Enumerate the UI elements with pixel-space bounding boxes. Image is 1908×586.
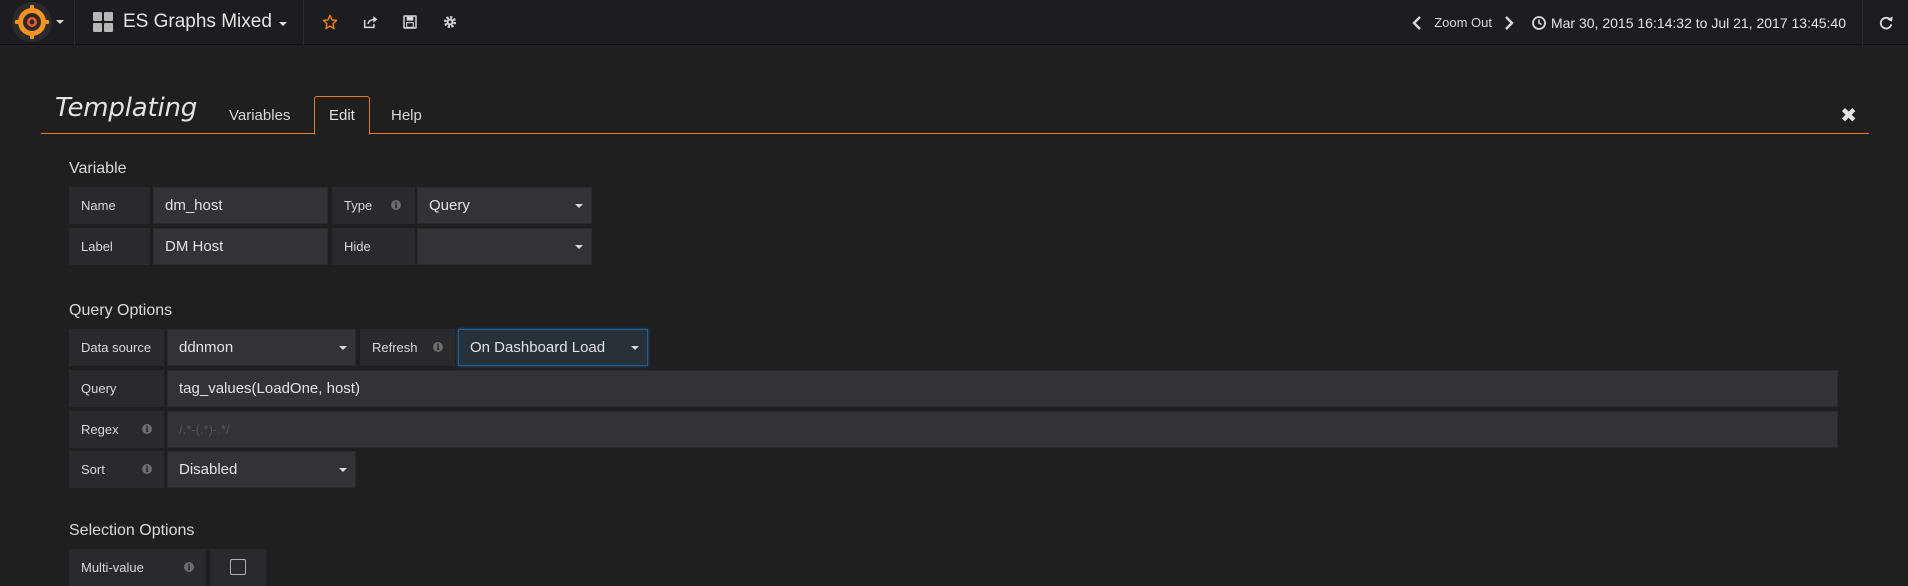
datasource-select[interactable]: ddnmon <box>167 329 356 366</box>
templating-title: Templating <box>55 93 198 123</box>
name-label: Name <box>69 187 150 224</box>
share-dashboard-button[interactable] <box>350 0 390 45</box>
chevron-left-icon <box>1412 15 1422 30</box>
info-icon[interactable]: i <box>142 424 152 434</box>
label-input[interactable]: DM Host <box>153 228 328 265</box>
variable-section-title: Variable <box>69 160 127 177</box>
dashboard-title: ES Graphs Mixed <box>123 11 272 32</box>
multi-value-checkbox[interactable] <box>230 559 246 575</box>
clock-icon <box>1532 15 1546 30</box>
query-label: Query <box>69 370 164 407</box>
type-select[interactable]: Query <box>417 187 592 224</box>
close-icon[interactable]: ✖ <box>1840 103 1857 128</box>
chevron-down-icon <box>575 245 583 249</box>
regex-label: Regex <box>81 422 119 437</box>
sort-select-value: Disabled <box>179 461 238 478</box>
multi-value-label-cell: Multi-value i <box>69 549 206 586</box>
chevron-right-icon <box>1505 15 1514 30</box>
time-shift-back-button[interactable] <box>1406 0 1428 45</box>
chevron-down-icon <box>278 21 287 26</box>
info-icon[interactable]: i <box>391 200 401 210</box>
save-dashboard-button[interactable] <box>390 0 430 45</box>
chevron-down-icon <box>56 20 64 24</box>
multi-value-checkbox-cell <box>210 549 266 586</box>
refresh-button[interactable] <box>1862 0 1908 45</box>
time-range-picker[interactable]: Mar 30, 2015 16:14:32 to Jul 21, 2017 13… <box>1520 15 1862 31</box>
share-icon <box>363 16 378 29</box>
gear-icon <box>443 16 456 28</box>
settings-button[interactable] <box>430 0 470 45</box>
tab-edit[interactable]: Edit <box>314 96 370 135</box>
label-label: Label <box>69 228 150 265</box>
star-icon <box>322 14 338 30</box>
zoom-out-button[interactable]: Zoom Out <box>1428 15 1498 30</box>
sort-label-cell: Sort i <box>69 451 164 488</box>
chevron-down-icon <box>339 346 347 350</box>
time-range-label: Mar 30, 2015 16:14:32 to Jul 21, 2017 13… <box>1550 14 1846 31</box>
refresh-icon <box>1879 15 1893 29</box>
star-dashboard-button[interactable] <box>310 0 350 45</box>
info-icon[interactable]: i <box>184 562 194 572</box>
templating-header: Templating Variables Edit Help ✖ <box>41 93 1869 135</box>
refresh-label: Refresh <box>372 340 418 355</box>
tab-help[interactable]: Help <box>377 96 436 134</box>
save-icon <box>403 15 417 29</box>
chevron-down-icon <box>339 468 347 472</box>
type-label-cell: Type i <box>332 187 415 224</box>
time-shift-forward-button[interactable] <box>1498 0 1520 45</box>
tab-variables[interactable]: Variables <box>215 96 304 134</box>
hide-select[interactable] <box>417 228 592 265</box>
query-options-section-title: Query Options <box>69 302 173 319</box>
grafana-logo-icon <box>12 2 52 42</box>
refresh-select[interactable]: On Dashboard Load <box>458 329 648 366</box>
name-input[interactable]: dm_host <box>153 187 328 224</box>
datasource-label: Data source <box>69 329 164 366</box>
datasource-select-value: ddnmon <box>179 339 234 356</box>
chevron-down-icon <box>575 204 583 208</box>
selection-options-section-title: Selection Options <box>69 522 195 539</box>
sort-select[interactable]: Disabled <box>167 451 356 488</box>
top-navbar: ES Graphs Mixed Zoom Out Mar 30, 2015 16… <box>0 0 1908 45</box>
regex-label-cell: Regex i <box>69 411 164 448</box>
refresh-label-cell: Refresh i <box>360 329 455 366</box>
info-icon[interactable]: i <box>142 464 152 474</box>
dashboard-picker[interactable]: ES Graphs Mixed <box>75 0 304 45</box>
type-select-value: Query <box>429 197 470 214</box>
multi-value-label: Multi-value <box>81 560 144 575</box>
type-label: Type <box>344 198 373 213</box>
chevron-down-icon <box>631 346 639 350</box>
regex-input[interactable]: /.*-(.*)-.*/ <box>167 411 1838 448</box>
query-input[interactable]: tag_values(LoadOne, host) <box>167 370 1838 407</box>
hide-label: Hide <box>332 228 415 265</box>
grafana-menu-button[interactable] <box>0 0 75 45</box>
sort-label: Sort <box>81 462 105 477</box>
refresh-select-value: On Dashboard Load <box>470 339 606 356</box>
dashboard-grid-icon <box>93 12 113 32</box>
info-icon[interactable]: i <box>433 342 443 352</box>
